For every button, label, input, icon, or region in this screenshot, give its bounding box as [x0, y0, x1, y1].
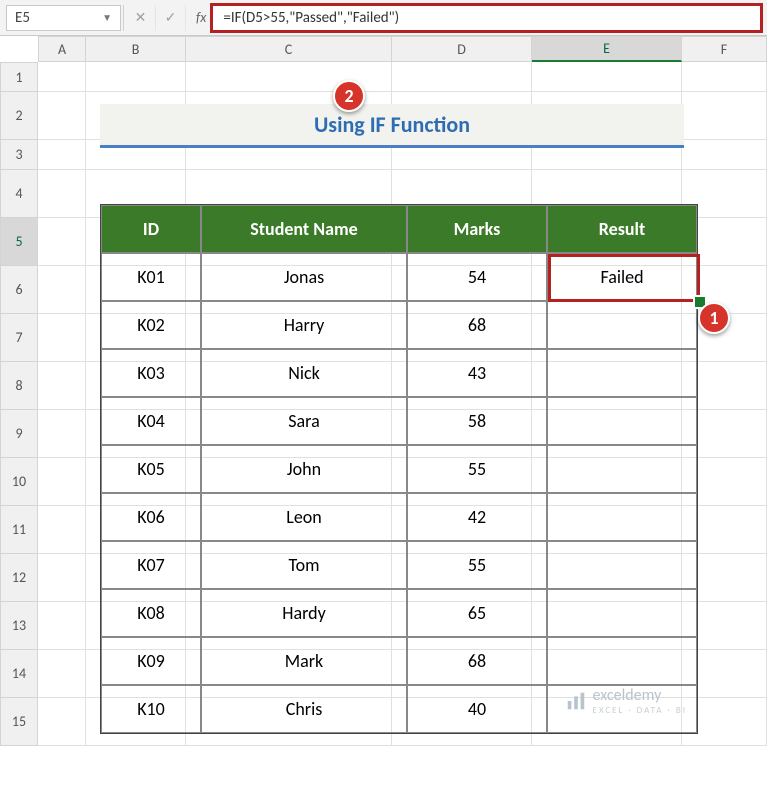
- cell[interactable]: 58: [407, 397, 547, 445]
- cell[interactable]: Chris: [201, 685, 407, 733]
- formula-text: =IF(D5>55,"Passed","Failed"): [223, 9, 399, 27]
- cell[interactable]: [547, 301, 697, 349]
- cell[interactable]: Hardy: [201, 589, 407, 637]
- th-name: Student Name: [201, 205, 407, 253]
- table-row: K08Hardy65: [101, 589, 697, 637]
- watermark: exceldemy EXCEL · DATA · BI: [565, 686, 687, 716]
- cell[interactable]: Tom: [201, 541, 407, 589]
- cell[interactable]: [547, 493, 697, 541]
- cell[interactable]: 65: [407, 589, 547, 637]
- col-header[interactable]: A: [38, 36, 86, 62]
- row-header[interactable]: 4: [0, 170, 38, 218]
- row-header[interactable]: 8: [0, 362, 38, 410]
- cell[interactable]: Leon: [201, 493, 407, 541]
- cell[interactable]: 40: [407, 685, 547, 733]
- col-header[interactable]: F: [682, 36, 767, 62]
- cell[interactable]: 55: [407, 445, 547, 493]
- cell[interactable]: K04: [101, 397, 201, 445]
- row-header[interactable]: 6: [0, 266, 38, 314]
- cell[interactable]: 68: [407, 637, 547, 685]
- col-header[interactable]: C: [186, 36, 392, 62]
- table-row: K06Leon42: [101, 493, 697, 541]
- row-header[interactable]: 5: [0, 218, 38, 266]
- table-row: K02Harry68: [101, 301, 697, 349]
- cell[interactable]: 54: [407, 253, 547, 301]
- chart-icon: [565, 690, 587, 712]
- cell[interactable]: John: [201, 445, 407, 493]
- formula-bar: E5 ▼ ✕ ✓ fx =IF(D5>55,"Passed","Failed"): [0, 0, 767, 36]
- callout-2: 2: [333, 80, 365, 112]
- cell[interactable]: Sara: [201, 397, 407, 445]
- table-row: K05John55: [101, 445, 697, 493]
- row-header[interactable]: 13: [0, 602, 38, 650]
- chevron-down-icon[interactable]: ▼: [102, 11, 112, 24]
- cell[interactable]: Mark: [201, 637, 407, 685]
- th-id: ID: [101, 205, 201, 253]
- cell[interactable]: K07: [101, 541, 201, 589]
- th-marks: Marks: [407, 205, 547, 253]
- separator: [123, 5, 124, 31]
- cell[interactable]: 42: [407, 493, 547, 541]
- col-header[interactable]: D: [392, 36, 532, 62]
- table-row: K04Sara58: [101, 397, 697, 445]
- row-header[interactable]: 1: [0, 62, 38, 92]
- name-box-value: E5: [15, 9, 30, 27]
- table-row: K09Mark68: [101, 637, 697, 685]
- table-row: K03Nick43: [101, 349, 697, 397]
- cell[interactable]: [547, 637, 697, 685]
- row-header[interactable]: 15: [0, 698, 38, 746]
- row-header[interactable]: 3: [0, 140, 38, 170]
- table-row: K07Tom55: [101, 541, 697, 589]
- fx-icon[interactable]: fx: [186, 9, 212, 26]
- callout-1: 1: [698, 302, 730, 334]
- cell[interactable]: 55: [407, 541, 547, 589]
- column-headers: A B C D E F: [38, 36, 767, 62]
- cell[interactable]: K05: [101, 445, 201, 493]
- accept-icon[interactable]: ✓: [156, 5, 186, 31]
- cell[interactable]: K03: [101, 349, 201, 397]
- watermark-tag: EXCEL · DATA · BI: [593, 705, 687, 716]
- row-header[interactable]: 12: [0, 554, 38, 602]
- cell[interactable]: K08: [101, 589, 201, 637]
- row-header[interactable]: 7: [0, 314, 38, 362]
- table-header-row: ID Student Name Marks Result: [101, 205, 697, 253]
- cell[interactable]: K09: [101, 637, 201, 685]
- cell[interactable]: [547, 349, 697, 397]
- cell[interactable]: K10: [101, 685, 201, 733]
- cell[interactable]: 43: [407, 349, 547, 397]
- cell[interactable]: K02: [101, 301, 201, 349]
- worksheet: A B C D E F 1 2 3 4 5 6 7 8 9 10 11 12 1…: [0, 36, 767, 746]
- row-header[interactable]: 9: [0, 410, 38, 458]
- col-header[interactable]: B: [86, 36, 186, 62]
- name-box[interactable]: E5 ▼: [6, 5, 121, 31]
- cell[interactable]: [547, 541, 697, 589]
- cell[interactable]: [547, 397, 697, 445]
- table-row: K01Jonas54Failed: [101, 253, 697, 301]
- cell[interactable]: K06: [101, 493, 201, 541]
- cell[interactable]: [547, 445, 697, 493]
- cell[interactable]: Failed: [547, 253, 697, 301]
- page-title: Using IF Function: [100, 104, 684, 148]
- cancel-icon[interactable]: ✕: [126, 5, 156, 31]
- cell[interactable]: K01: [101, 253, 201, 301]
- row-header[interactable]: 10: [0, 458, 38, 506]
- row-header[interactable]: 11: [0, 506, 38, 554]
- formula-input[interactable]: =IF(D5>55,"Passed","Failed"): [212, 5, 761, 31]
- cell[interactable]: Harry: [201, 301, 407, 349]
- data-table: ID Student Name Marks Result K01Jonas54F…: [100, 204, 698, 734]
- row-header[interactable]: 2: [0, 92, 38, 140]
- cell[interactable]: Nick: [201, 349, 407, 397]
- cell[interactable]: Jonas: [201, 253, 407, 301]
- cell[interactable]: 68: [407, 301, 547, 349]
- col-header[interactable]: E: [532, 36, 682, 62]
- cell[interactable]: [547, 589, 697, 637]
- th-result: Result: [547, 205, 697, 253]
- watermark-brand: exceldemy: [593, 686, 662, 705]
- row-header[interactable]: 14: [0, 650, 38, 698]
